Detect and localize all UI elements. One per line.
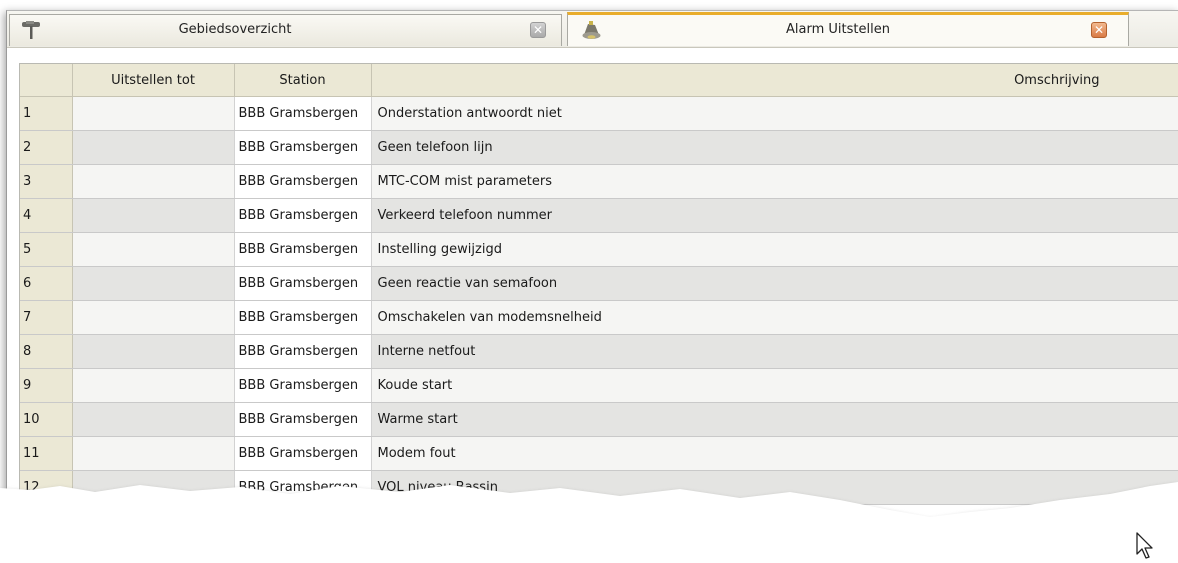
omschrijving-cell[interactable]: Geen reactie van semafoon <box>371 266 1178 301</box>
omschrijving-cell[interactable]: Verkeerd telefoon nummer <box>371 198 1178 233</box>
row-number-cell[interactable]: 8 <box>20 334 73 369</box>
tab-gebiedsoverzicht[interactable]: Gebiedsoverzicht ✕ <box>9 14 562 46</box>
app-window: Gebiedsoverzicht ✕ Alarm Uitstellen ✕ Ui… <box>6 10 1178 534</box>
close-tab-icon[interactable]: ✕ <box>530 22 546 38</box>
omschrijving-cell[interactable]: Warme start <box>371 402 1178 437</box>
uitstellen-tot-cell[interactable] <box>72 436 235 471</box>
omschrijving-cell[interactable]: MTC-COM mist parameters <box>371 164 1178 199</box>
uitstellen-tot-cell[interactable] <box>72 198 235 233</box>
station-cell[interactable]: BBB Gramsbergen <box>234 96 372 131</box>
table-row[interactable]: 6 BBB Gramsbergen Geen reactie van semafoo… <box>20 266 1178 301</box>
station-cell[interactable]: BBB Gramsbergen <box>234 266 372 301</box>
omschrijving-cell[interactable]: Modem fout <box>371 436 1178 471</box>
row-number-cell[interactable]: 4 <box>20 198 73 233</box>
omschrijving-cell[interactable]: Geen telefoon lijn <box>371 130 1178 165</box>
station-cell[interactable]: BBB Gramsbergen <box>234 198 372 233</box>
uitstellen-tot-cell[interactable] <box>72 266 235 301</box>
station-cell[interactable]: BBB Gramsbergen <box>234 164 372 199</box>
table-row[interactable]: 10 BBB Gramsbergen Warme start <box>20 402 1178 437</box>
row-number-cell[interactable]: 10 <box>20 402 73 437</box>
uitstellen-tot-cell[interactable] <box>72 402 235 437</box>
table-header-row: Uitstellen tot Station Omschrijving <box>20 64 1178 97</box>
uitstellen-tot-cell[interactable] <box>72 232 235 267</box>
table-row[interactable]: 1 BBB Gramsbergen Onderstation antwoordt n… <box>20 96 1178 131</box>
station-cell[interactable]: BBB Gramsbergen <box>234 300 372 335</box>
table-row[interactable]: 2 BBB Gramsbergen Geen telefoon lijn <box>20 130 1178 165</box>
table-row[interactable]: 5 BBB Gramsbergen Instelling gewijzigd <box>20 232 1178 267</box>
row-number-cell[interactable]: 2 <box>20 130 73 165</box>
row-number-cell[interactable]: 6 <box>20 266 73 301</box>
uitstellen-tot-cell[interactable] <box>72 334 235 369</box>
row-number-cell[interactable]: 1 <box>20 96 73 131</box>
uitstellen-tot-cell[interactable] <box>72 300 235 335</box>
omschrijving-cell[interactable]: Omschakelen van modemsnelheid <box>371 300 1178 335</box>
table-row[interactable]: 8 BBB Gramsbergen Interne netfout <box>20 334 1178 369</box>
station-cell[interactable]: BBB Gramsbergen <box>234 334 372 369</box>
mouse-pointer-icon <box>1136 532 1153 559</box>
omschrijving-cell[interactable]: Onderstation antwoordt niet <box>371 96 1178 131</box>
tab-bar: Gebiedsoverzicht ✕ Alarm Uitstellen ✕ <box>7 11 1178 48</box>
tab-label: Gebiedsoverzicht <box>178 22 292 37</box>
torn-edge <box>0 482 1178 563</box>
uitstellen-tot-cell[interactable] <box>72 164 235 199</box>
station-cell[interactable]: BBB Gramsbergen <box>234 232 372 267</box>
close-tab-icon[interactable]: ✕ <box>1091 22 1107 38</box>
row-number-cell[interactable]: 11 <box>20 436 73 471</box>
station-cell[interactable]: BBB Gramsbergen <box>234 402 372 437</box>
omschrijving-cell[interactable]: Instelling gewijzigd <box>371 232 1178 267</box>
row-number-cell[interactable]: 7 <box>20 300 73 335</box>
station-cell[interactable]: BBB Gramsbergen <box>234 368 372 403</box>
station-cell[interactable]: BBB Gramsbergen <box>234 436 372 471</box>
row-number-cell[interactable]: 9 <box>20 368 73 403</box>
tab-alarm-uitstellen[interactable]: Alarm Uitstellen ✕ <box>567 12 1129 46</box>
table-row[interactable]: 9 BBB Gramsbergen Koude start <box>20 368 1178 403</box>
uitstellen-tot-cell[interactable] <box>72 130 235 165</box>
column-header-rownum[interactable] <box>20 64 73 97</box>
alarm-table: Uitstellen tot Station Omschrijving 1 BBB… <box>19 63 1178 534</box>
station-cell[interactable]: BBB Gramsbergen <box>234 130 372 165</box>
row-number-cell[interactable]: 5 <box>20 232 73 267</box>
omschrijving-cell[interactable]: Koude start <box>371 368 1178 403</box>
table-row[interactable]: 7 BBB Gramsbergen Omschakelen van modemsne… <box>20 300 1178 335</box>
column-header-omschrijving[interactable]: Omschrijving <box>371 64 1178 97</box>
column-header-uitstellen-tot[interactable]: Uitstellen tot <box>72 64 235 97</box>
row-number-cell[interactable]: 3 <box>20 164 73 199</box>
table-row[interactable]: 3 BBB Gramsbergen MTC-COM mist parameters <box>20 164 1178 199</box>
tab-label: Alarm Uitstellen <box>786 22 890 37</box>
uitstellen-tot-cell[interactable] <box>72 368 235 403</box>
table-row[interactable]: 11 BBB Gramsbergen Modem fout <box>20 436 1178 471</box>
column-header-station[interactable]: Station <box>234 64 372 97</box>
uitstellen-tot-cell[interactable] <box>72 96 235 131</box>
table-row[interactable]: 4 BBB Gramsbergen Verkeerd telefoon nummer <box>20 198 1178 233</box>
omschrijving-cell[interactable]: Interne netfout <box>371 334 1178 369</box>
